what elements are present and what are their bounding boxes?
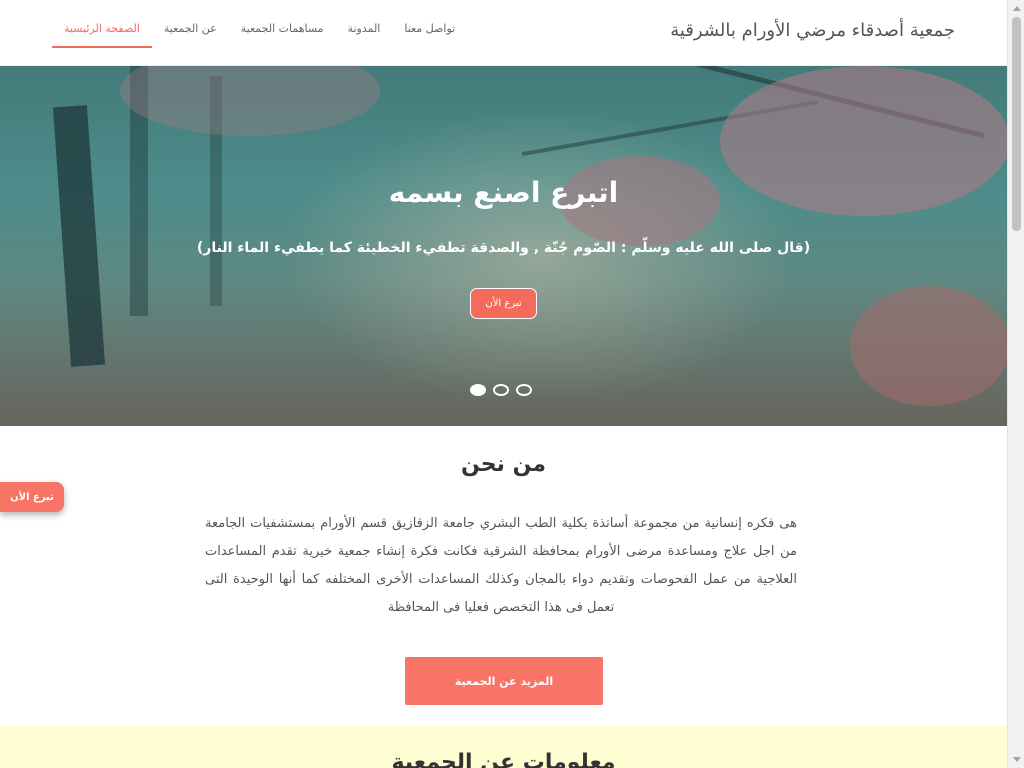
hero-donate-button[interactable]: تبرع الأن: [470, 288, 537, 319]
nav-contributions[interactable]: مساهمات الجمعية: [229, 0, 336, 48]
nav-home[interactable]: الصفحة الرئيسية: [52, 0, 152, 48]
hero-slider: اتبرع اصنع بسمه (قال صلى الله عليه وسلّم…: [0, 66, 1007, 426]
nav-blog[interactable]: المدونة: [336, 0, 393, 48]
slider-dot-3[interactable]: [516, 384, 532, 396]
site-brand[interactable]: جمعية أصدقاء مرضي الأورام بالشرقية: [670, 20, 955, 41]
scroll-up-arrow[interactable]: [1008, 0, 1024, 17]
slider-dot-1[interactable]: [470, 384, 486, 396]
floating-donate-button[interactable]: تبرع الأن: [0, 482, 64, 512]
info-section: معلومات عن الجمعية: [0, 726, 1007, 768]
hero-title: اتبرع اصنع بسمه: [388, 176, 619, 209]
hero-subtitle: (قال صلى الله عليه وسلّم : الصّوم جُنّة …: [196, 240, 811, 256]
arrow-up-icon: [1012, 6, 1021, 11]
main-nav: الصفحة الرئيسية عن الجمعية مساهمات الجمع…: [52, 0, 467, 66]
about-text: هى فكره إنسانية من مجموعة أساتذة بكلية ا…: [205, 516, 797, 615]
page-scrollbar[interactable]: [1007, 0, 1024, 768]
slider-indicators: [470, 384, 532, 396]
arrow-down-icon: [1012, 757, 1021, 762]
nav-contact[interactable]: تواصل معنا: [392, 0, 467, 48]
site-header: جمعية أصدقاء مرضي الأورام بالشرقية الصفح…: [0, 0, 1007, 66]
scroll-down-arrow[interactable]: [1008, 751, 1024, 768]
scrollbar-thumb[interactable]: [1012, 17, 1021, 231]
slider-dot-2[interactable]: [493, 384, 509, 396]
about-title: من نحن: [461, 452, 546, 477]
info-title: معلومات عن الجمعية: [391, 750, 616, 768]
nav-about[interactable]: عن الجمعية: [152, 0, 229, 48]
more-about-button[interactable]: المزيد عن الجمعية: [405, 657, 603, 705]
